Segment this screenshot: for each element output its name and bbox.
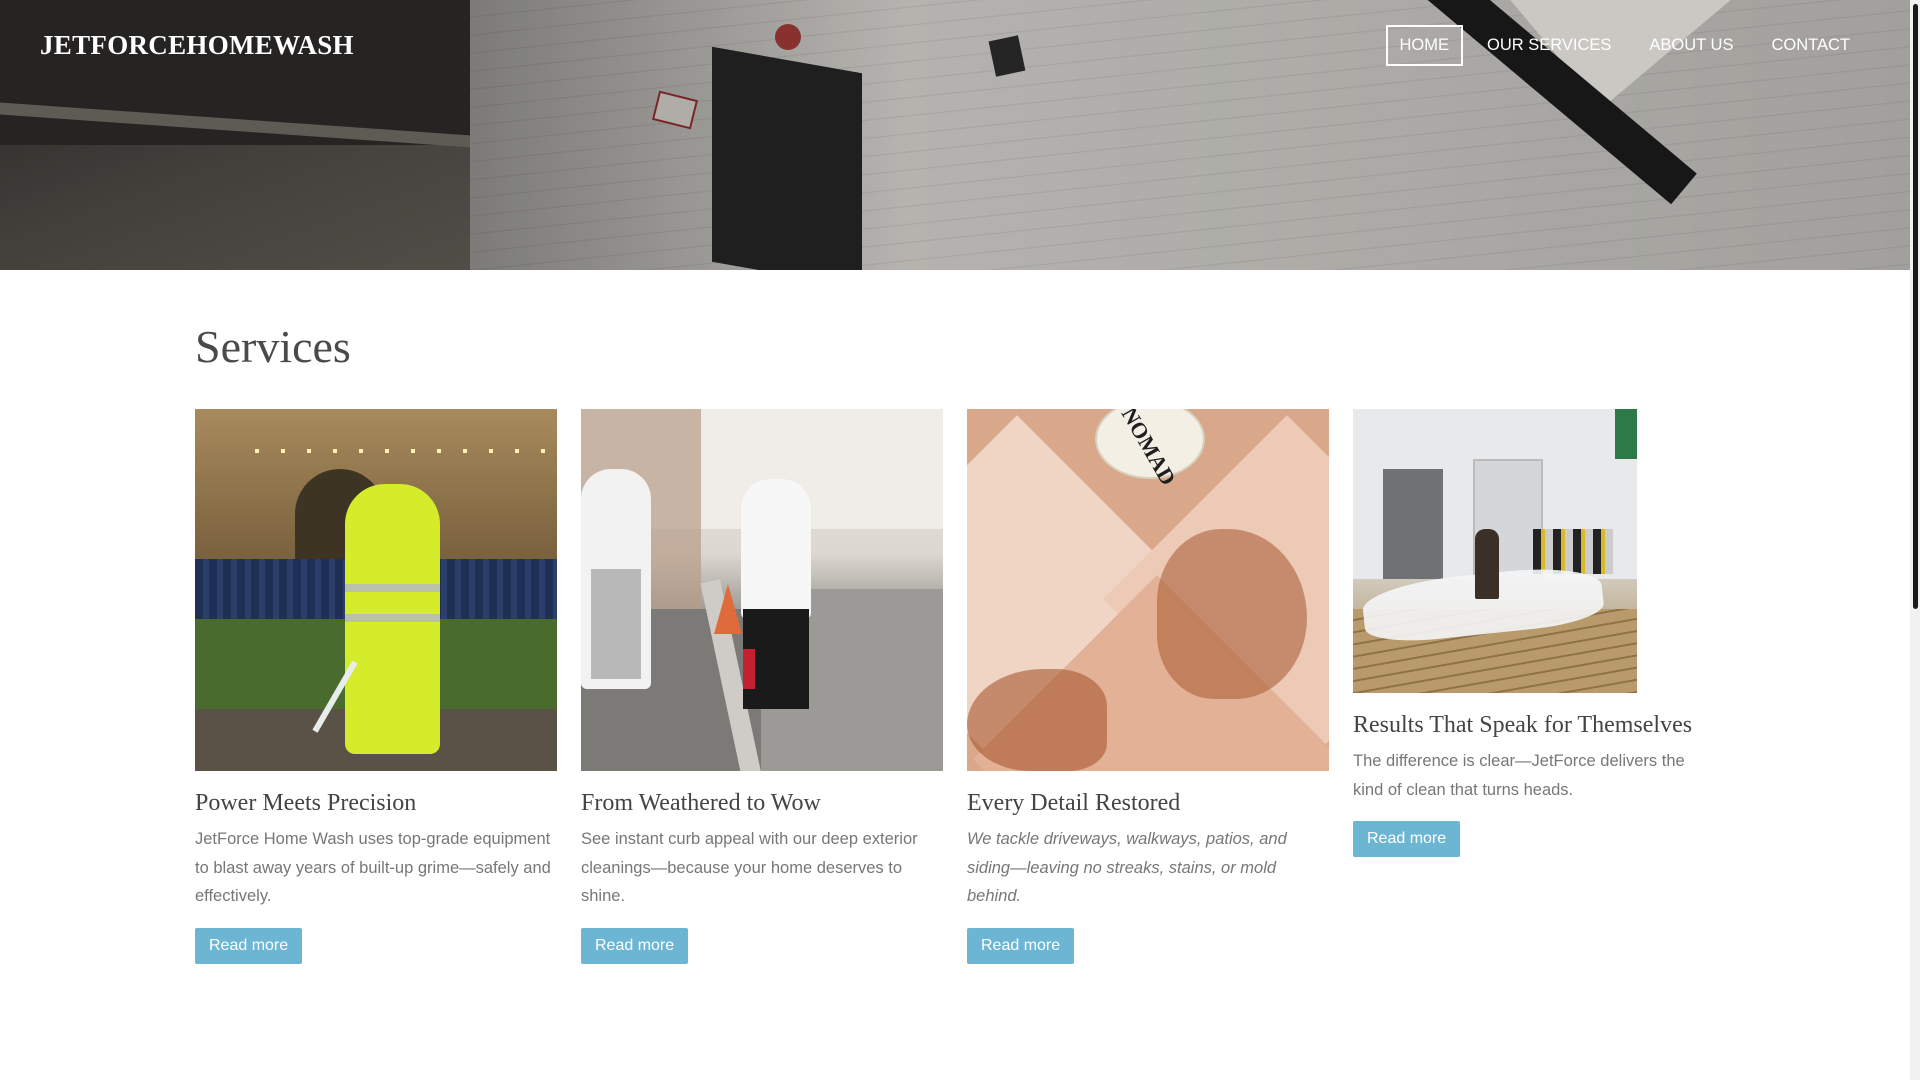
hero-banner: JETFORCEHOMEWASH HOME OUR SERVICES ABOUT… (0, 0, 1910, 270)
service-card-title: Every Detail Restored (967, 790, 1181, 816)
service-card-text: The difference is clear—JetForce deliver… (1353, 752, 1685, 799)
nav-our-services[interactable]: OUR SERVICES (1473, 25, 1625, 66)
service-card-1: Power Meets Precision JetForce Home Wash… (195, 409, 557, 964)
service-image-street-cleaners (581, 409, 943, 771)
service-image-power-washer (195, 409, 557, 771)
nav-contact[interactable]: CONTACT (1757, 25, 1864, 66)
nav-about-us[interactable]: ABOUT US (1635, 25, 1747, 66)
read-more-button[interactable]: Read more (967, 927, 1075, 964)
services-heading: Services (195, 321, 351, 372)
service-card-text: We tackle driveways, walkways, patios, a… (967, 830, 1287, 905)
nav-home[interactable]: HOME (1385, 25, 1464, 66)
service-image-pier-washing (1353, 409, 1637, 693)
service-card-4: Results That Speak for Themselves The di… (1353, 409, 1715, 857)
service-card-2: From Weathered to Wow See instant curb a… (581, 409, 943, 964)
read-more-button[interactable]: Read more (195, 927, 303, 964)
read-more-button[interactable]: Read more (581, 927, 689, 964)
service-card-text: JetForce Home Wash uses top-grade equipm… (195, 830, 551, 905)
service-card-text: See instant curb appeal with our deep ex… (581, 830, 918, 905)
service-card-title: From Weathered to Wow (581, 790, 821, 816)
read-more-button[interactable]: Read more (1353, 821, 1461, 857)
scrollbar-thumb[interactable] (1913, 4, 1918, 609)
page-scrollbar[interactable] (1910, 0, 1920, 1080)
service-card-title: Results That Speak for Themselves (1353, 712, 1693, 738)
site-brand[interactable]: JETFORCEHOMEWASH (40, 30, 354, 61)
service-image-tiles: NOMAD (967, 409, 1329, 771)
service-card-title: Power Meets Precision (195, 790, 417, 816)
main-nav: HOME OUR SERVICES ABOUT US CONTACT (1380, 25, 1864, 66)
service-card-3: NOMAD Every Detail Restored We tackle dr… (967, 409, 1329, 964)
